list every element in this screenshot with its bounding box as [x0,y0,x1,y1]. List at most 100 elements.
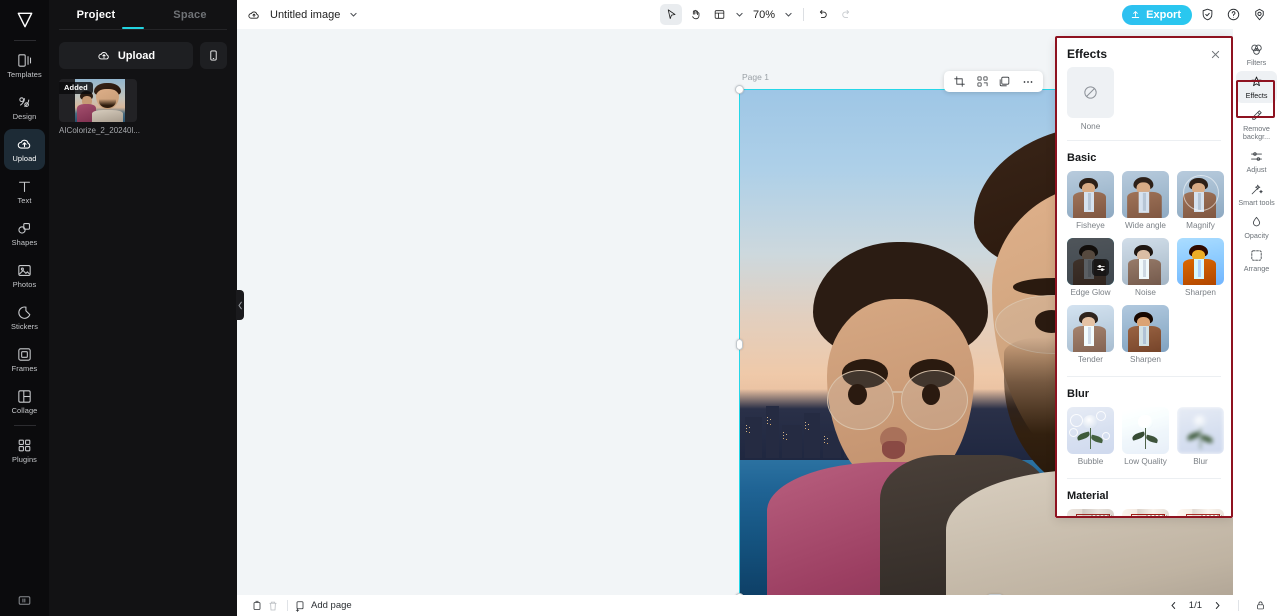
tool-smart-tools[interactable]: Smart tools [1236,178,1277,210]
resize-handle-left[interactable] [736,338,743,350]
sidebar-item-text[interactable]: Text [4,171,45,212]
effect-blur[interactable]: Blur [1177,407,1224,466]
document-title-menu[interactable]: Untitled image [247,8,358,22]
upload-button[interactable]: Upload [59,42,193,69]
tool-adjust[interactable]: Adjust [1236,145,1277,177]
arrange-icon [1249,248,1264,263]
ellipsis-icon[interactable] [1019,73,1036,90]
cutout-icon[interactable] [974,73,991,90]
bottom-divider [287,600,288,611]
right-tools-rail: Filters Effects Remove backgr... Adjust … [1233,29,1280,595]
effect-glass-2[interactable]: Glass II [1122,509,1169,518]
tab-space[interactable]: Space [143,0,237,29]
undo-button[interactable] [811,4,833,25]
effect-fisheye[interactable]: Fisheye [1067,171,1114,230]
opacity-drop-icon [1249,215,1264,230]
effect-none-cell[interactable]: None [1067,67,1221,131]
effect-low-quality[interactable]: Low Quality [1122,407,1169,466]
upload-from-device-button[interactable] [200,42,227,69]
collapse-panel-handle[interactable] [236,290,244,320]
capcut-logo-icon[interactable] [0,2,49,38]
top-right-actions: Export [1122,4,1270,26]
redo-button[interactable] [835,4,857,25]
export-button[interactable]: Export [1122,4,1192,25]
list-item[interactable]: Added AIColorize_2_20240l... [59,79,140,135]
design-icon [16,94,33,111]
effect-plastic[interactable]: Plastic [1177,509,1224,518]
sidebar-item-design[interactable]: Design [4,87,45,128]
tool-filters[interactable]: Filters [1236,38,1277,70]
rail-divider [13,40,36,41]
effect-label: Bubble [1077,457,1104,466]
effect-magnify[interactable]: Magnify [1177,171,1224,230]
next-page-button[interactable] [1209,598,1225,614]
effects-grid-blur: Bubble Low Quality Blur [1067,407,1224,466]
sidebar-label: Collage [11,406,38,415]
select-tool-button[interactable] [660,4,682,25]
rail-divider-2 [13,425,36,426]
shield-check-icon[interactable] [1196,4,1218,26]
close-x-icon[interactable] [1210,49,1221,60]
sidebar-item-templates[interactable]: Templates [4,45,45,86]
templates-icon [16,52,33,69]
effect-sharpen-1[interactable]: Sharpen [1177,238,1224,297]
tab-active-indicator [122,26,144,29]
resize-handle-top-left[interactable] [735,85,744,94]
tool-arrange[interactable]: Arrange [1236,244,1277,276]
effect-label: Blur [1193,457,1208,466]
sidebar-item-plugins[interactable]: Plugins [4,430,45,471]
effects-star-icon [1249,75,1264,90]
effect-glass-1[interactable]: Glass I [1067,509,1114,518]
duplicate-icon[interactable] [996,73,1013,90]
tool-effects[interactable]: Effects [1236,71,1277,103]
frames-icon [16,346,33,363]
selection-float-toolbar [944,71,1043,92]
none-tile[interactable] [1067,67,1114,118]
effect-thumbnail [1067,509,1114,518]
crop-icon[interactable] [951,73,968,90]
text-icon [16,178,33,195]
sidebar-item-shapes[interactable]: Shapes [4,213,45,254]
zoom-caret-icon[interactable] [781,10,796,19]
help-question-icon[interactable] [1222,4,1244,26]
export-button-label: Export [1146,8,1181,21]
lock-icon[interactable] [1252,598,1268,614]
hand-tool-button[interactable] [684,4,706,25]
zoom-level-value[interactable]: 70% [749,9,779,21]
sidebar-item-upload[interactable]: Upload [4,129,45,170]
effect-label: Sharpen [1185,288,1216,297]
effect-noise[interactable]: Noise [1122,238,1169,297]
section-divider-2 [1067,376,1221,377]
effect-edge-glow[interactable]: Edge Glow [1067,238,1114,297]
tool-remove-background[interactable]: Remove backgr... [1236,104,1277,144]
layout-tool-button[interactable] [708,4,730,25]
effect-tender[interactable]: Tender [1067,305,1114,364]
copy-page-icon[interactable] [249,598,265,614]
effect-bubble[interactable]: Bubble [1067,407,1114,466]
sidebar-item-stickers[interactable]: Stickers [4,297,45,338]
sidebar-item-frames[interactable]: Frames [4,339,45,380]
add-page-button[interactable]: Add page [294,600,352,612]
tab-project[interactable]: Project [49,0,143,29]
section-title-material: Material [1067,490,1109,502]
layout-caret-icon[interactable] [732,10,747,19]
chevron-down-icon [349,10,358,19]
trash-icon[interactable] [265,598,281,614]
effect-label: Tender [1077,355,1104,364]
effect-thumbnail [1067,305,1114,352]
effect-settings-icon[interactable] [1092,259,1109,276]
settings-gear-icon[interactable] [1248,4,1270,26]
remove-bg-icon [1249,108,1264,123]
tool-opacity[interactable]: Opacity [1236,211,1277,243]
prev-page-button[interactable] [1166,598,1182,614]
panel-toggle-icon[interactable] [0,593,49,608]
collage-icon [16,388,33,405]
effect-wide-angle[interactable]: Wide angle [1122,171,1169,230]
sidebar-item-collage[interactable]: Collage [4,381,45,422]
asset-thumbnail[interactable]: Added [59,79,137,122]
effect-sharpen-2[interactable]: Sharpen [1122,305,1169,364]
sidebar-label: Text [17,196,32,205]
sidebar-item-photos[interactable]: Photos [4,255,45,296]
cloud-save-icon [247,8,261,22]
effects-panel-header: Effects [1055,36,1233,67]
